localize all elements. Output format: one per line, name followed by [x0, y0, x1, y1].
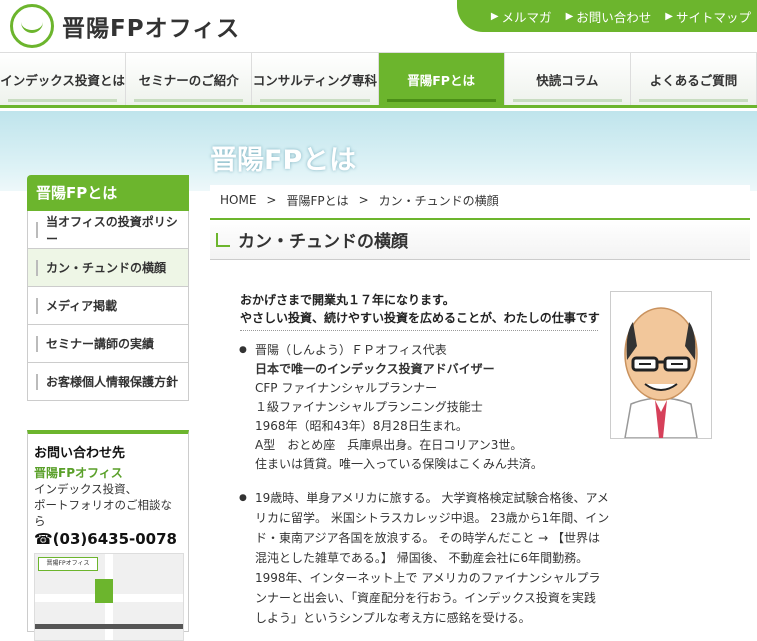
- nav-consulting[interactable]: コンサルティング専科: [252, 53, 379, 105]
- corner-arrow-icon: [216, 232, 232, 248]
- bar-icon: [36, 221, 38, 238]
- breadcrumb-label: HOME: [220, 193, 257, 207]
- topnav-label: メルマガ: [501, 9, 552, 25]
- sidebar: 晋陽FPとは 当オフィスの投資ポリシー カン・チュンドの横顔 メディア掲載 セミ…: [27, 175, 189, 401]
- profile-line: 日本で唯一のインデックス投資アドバイザー: [255, 362, 495, 376]
- breadcrumb-about[interactable]: 晋陽FPとは: [286, 192, 358, 209]
- topnav-label: お問い合わせ: [576, 9, 652, 25]
- sidebar-item-label: 当オフィスの投資ポリシー: [45, 214, 178, 246]
- main-nav: インデックス投資とは セミナーのご紹介 コンサルティング専科 晋陽FPとは 快読…: [0, 52, 757, 108]
- sidebar-heading: 晋陽FPとは: [27, 175, 189, 211]
- profile-line: 住まいは賃貸。唯一入っている保険はこくみん共済。: [255, 457, 543, 471]
- contact-office-name: 晋陽FPオフィス: [34, 466, 123, 480]
- portrait-illustration-icon: [611, 292, 711, 438]
- breadcrumb-label: 晋陽FPとは: [286, 193, 349, 208]
- bio-line: リカに留学。 米国シトラスカレッジ中退。 23歳から1年間、イン: [255, 511, 610, 525]
- sidebar-item-label: メディア掲載: [46, 299, 118, 313]
- bar-icon: [36, 373, 38, 390]
- contact-title: お問い合わせ先: [34, 446, 126, 461]
- bio-line: 19歳時、単身アメリカに旅する。 大学資格検定試験合格後、アメ: [255, 491, 609, 505]
- site-logo[interactable]: 晋陽FPオフィス: [10, 4, 240, 48]
- profile-portrait: [610, 291, 712, 439]
- topnav-label: サイトマップ: [675, 9, 751, 25]
- bullet-icon: ●: [239, 493, 247, 503]
- contact-box: お問い合わせ先 晋陽FPオフィス インデックス投資、 ポートフォリオのご相談なら…: [27, 430, 189, 641]
- breadcrumb-separator: >: [358, 193, 369, 207]
- section-title: カン・チュンドの横顔: [238, 232, 408, 252]
- nav-about[interactable]: 晋陽FPとは: [378, 53, 505, 105]
- topnav-contact[interactable]: ▶ お問い合わせ: [566, 7, 652, 26]
- contact-phone: ☎(03)6435-0078: [34, 530, 177, 548]
- utility-bar: ▶ メルマガ ▶ お問い合わせ ▶ サイトマップ: [457, 0, 757, 32]
- topnav-mailmag[interactable]: ▶ メルマガ: [491, 7, 552, 26]
- bio-line: ド・東南アジア各国を放浪する。 その時学んだこと → 【世界は: [255, 531, 601, 545]
- chevron-right-icon: ▶: [565, 10, 574, 22]
- contact-desc: ポートフォリオのご相談なら: [34, 498, 172, 528]
- profile-line: 晋陽（しんよう）ＦＰオフィス代表: [255, 343, 447, 357]
- nav-index-investing[interactable]: インデックス投資とは: [0, 53, 127, 105]
- intro-line: やさしい投資、続けやすい投資を広めることが、わたしの仕事です: [240, 311, 600, 325]
- nav-faq[interactable]: よくあるご質問: [631, 53, 757, 105]
- profile-line: CFP ファイナンシャルプランナー: [255, 381, 438, 395]
- bio-line: 1998年、インターネット上で アメリカのファイナンシャルプラ: [255, 571, 601, 585]
- logo-mark-icon: [10, 4, 54, 48]
- biography: ● 19歳時、単身アメリカに旅する。 大学資格検定試験合格後、アメ リカに留学。…: [239, 488, 615, 628]
- sidebar-item-privacy[interactable]: お客様個人情報保護方針: [27, 363, 189, 401]
- office-marker-icon: [95, 579, 113, 603]
- page-title: 晋陽FPとは: [210, 145, 357, 176]
- breadcrumb-current: カン・チュンドの横顔: [378, 193, 499, 208]
- contact-desc: インデックス投資、: [34, 482, 138, 496]
- header: 晋陽FPオフィス ▶ メルマガ ▶ お問い合わせ ▶ サイトマップ: [0, 0, 757, 52]
- section-heading: カン・チュンドの横顔: [210, 218, 750, 260]
- map-logo: 晋陽FPオフィス: [38, 557, 98, 571]
- sidebar-item-policy[interactable]: 当オフィスの投資ポリシー: [27, 211, 189, 249]
- bullet-icon: ●: [239, 345, 247, 355]
- breadcrumb: HOME > 晋陽FPとは > カン・チュンドの横顔: [210, 185, 750, 215]
- profile-line: A型 おとめ座 兵庫県出身。在日コリアン3世。: [255, 438, 523, 452]
- bio-line: ンナーと出会い、「資産配分を行おう。インデックス投資を実践: [255, 591, 596, 605]
- office-map[interactable]: 晋陽FPオフィス: [34, 553, 184, 641]
- bar-icon: [36, 259, 38, 276]
- chevron-right-icon: ▶: [490, 10, 499, 22]
- profile-line: １級ファイナンシャルプランニング技能士: [255, 400, 483, 414]
- bar-icon: [36, 335, 38, 352]
- sidebar-item-seminar-record[interactable]: セミナー講師の実績: [27, 325, 189, 363]
- topnav-sitemap[interactable]: ▶ サイトマップ: [665, 7, 751, 26]
- logo-text: 晋陽FPオフィス: [62, 16, 241, 42]
- breadcrumb-home[interactable]: HOME: [220, 193, 266, 207]
- profile-line: 1968年（昭和43年）8月28日生まれ。: [255, 419, 468, 433]
- nav-seminar[interactable]: セミナーのご紹介: [126, 53, 253, 105]
- chevron-right-icon: ▶: [665, 10, 673, 22]
- sidebar-item-label: セミナー講師の実績: [46, 337, 155, 351]
- nav-column[interactable]: 快読コラム: [505, 53, 631, 105]
- map-rail: [35, 624, 183, 629]
- sidebar-item-profile[interactable]: カン・チュンドの横顔: [27, 249, 189, 287]
- bio-line: 混沌とした雑草である。】 帰国後、 不動産会社に6年間勤務。: [255, 551, 589, 565]
- divider: [240, 330, 598, 331]
- sidebar-item-label: お客様個人情報保護方針: [46, 375, 179, 389]
- profile-list: ● 晋陽（しんよう）ＦＰオフィス代表 日本で唯一のインデックス投資アドバイザー …: [239, 341, 600, 474]
- sidebar-item-media[interactable]: メディア掲載: [27, 287, 189, 325]
- intro-line: おかげさまで開業丸１７年になります。: [240, 293, 455, 307]
- bio-line: しよう」というシンプルな考え方に感銘を受ける。: [255, 611, 531, 625]
- breadcrumb-separator: >: [266, 193, 277, 207]
- bar-icon: [36, 297, 38, 314]
- sidebar-item-label: カン・チュンドの横顔: [46, 261, 167, 275]
- intro-text: おかげさまで開業丸１７年になります。 やさしい投資、続けやすい投資を広めることが…: [240, 291, 600, 327]
